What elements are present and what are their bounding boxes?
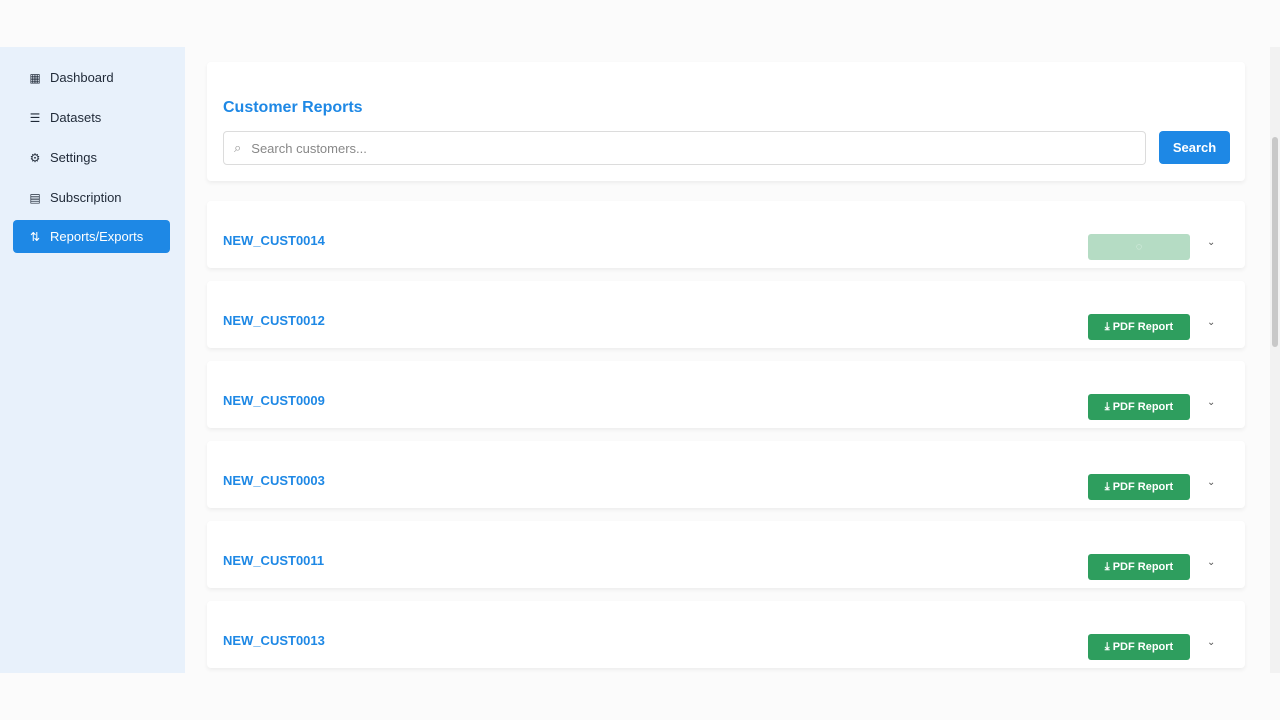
- pdf-report-button[interactable]: ⤓ PDF Report: [1088, 554, 1190, 580]
- sidebar-item-datasets[interactable]: ☰ Datasets: [13, 101, 170, 134]
- search-input[interactable]: ⌕ Search customers...: [223, 131, 1146, 165]
- search-card: Customer Reports ⌕ Search customers... Se…: [207, 62, 1245, 181]
- sidebar-item-reports-exports[interactable]: ⇅ Reports/Exports: [13, 220, 170, 253]
- download-icon: ⤓: [1104, 480, 1113, 493]
- chevron-down-icon[interactable]: ⌄: [1207, 637, 1215, 648]
- list-item: NEW_CUST0013 ⤓ PDF Report ⌄: [207, 601, 1245, 668]
- customer-id[interactable]: NEW_CUST0003: [223, 473, 325, 488]
- download-icon: ⤓: [1104, 320, 1113, 333]
- page-title: Customer Reports: [223, 99, 363, 116]
- chevron-down-icon[interactable]: ⌄: [1207, 477, 1215, 488]
- sort-arrows-icon: ⇅: [29, 229, 41, 244]
- download-icon: ⤓: [1104, 560, 1113, 573]
- dashboard-icon: ▦: [29, 70, 41, 85]
- list-item: NEW_CUST0003 ⤓ PDF Report ⌄: [207, 441, 1245, 508]
- customer-id[interactable]: NEW_CUST0013: [223, 633, 325, 648]
- sidebar-item-subscription[interactable]: ▤ Subscription: [13, 181, 170, 214]
- scrollbar[interactable]: [1270, 47, 1280, 673]
- pdf-report-button-loading[interactable]: ◌: [1088, 234, 1190, 260]
- sidebar-item-settings[interactable]: ⚙ Settings: [13, 141, 170, 174]
- sidebar-item-dashboard[interactable]: ▦ Dashboard: [13, 61, 170, 94]
- sidebar: ▦ Dashboard ☰ Datasets ⚙ Settings ▤ Subscrip…: [0, 47, 185, 673]
- pdf-report-button[interactable]: ⤓ PDF Report: [1088, 474, 1190, 500]
- list-item: NEW_CUST0009 ⤓ PDF Report ⌄: [207, 361, 1245, 428]
- pdf-report-button[interactable]: ⤓ PDF Report: [1088, 394, 1190, 420]
- customer-id[interactable]: NEW_CUST0014: [223, 233, 325, 248]
- search-button[interactable]: Search: [1159, 131, 1230, 164]
- pdf-report-button[interactable]: ⤓ PDF Report: [1088, 314, 1190, 340]
- chevron-down-icon[interactable]: ⌄: [1207, 317, 1215, 328]
- customer-id[interactable]: NEW_CUST0009: [223, 393, 325, 408]
- chevron-down-icon[interactable]: ⌄: [1207, 237, 1215, 248]
- pdf-report-button[interactable]: ⤓ PDF Report: [1088, 634, 1190, 660]
- download-icon: ⤓: [1104, 640, 1113, 653]
- chevron-down-icon[interactable]: ⌄: [1207, 557, 1215, 568]
- list-item: NEW_CUST0012 ⤓ PDF Report ⌄: [207, 281, 1245, 348]
- list-item: NEW_CUST0011 ⤓ PDF Report ⌄: [207, 521, 1245, 588]
- customer-id[interactable]: NEW_CUST0011: [223, 553, 324, 568]
- list-item: NEW_CUST0014 ◌ ⌄: [207, 201, 1245, 268]
- scrollbar-thumb[interactable]: [1272, 137, 1278, 347]
- card-icon: ▤: [29, 190, 41, 205]
- search-icon: ⌕: [234, 140, 242, 155]
- chevron-down-icon[interactable]: ⌄: [1207, 397, 1215, 408]
- download-icon: ⤓: [1104, 400, 1113, 413]
- gear-icon: ⚙: [29, 150, 41, 165]
- list-icon: ☰: [29, 110, 41, 125]
- spinner-icon: ◌: [1135, 241, 1143, 253]
- customer-id[interactable]: NEW_CUST0012: [223, 313, 325, 328]
